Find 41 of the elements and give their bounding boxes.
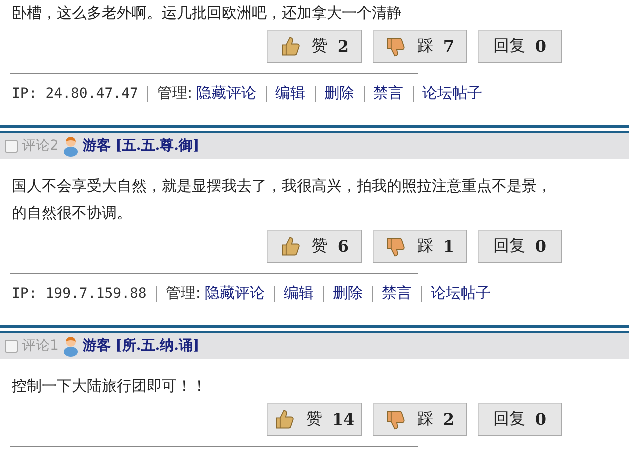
thumbs-down-icon [385,236,408,258]
user-icon [62,135,79,157]
admin-link[interactable]: 编辑 [276,84,306,103]
admin-label: 管理: [166,284,201,303]
admin-link[interactable]: 隐藏评论 [196,84,256,103]
admin-link[interactable]: 删除 [324,84,354,103]
ip-address: IP: 199.7.159.88 [12,286,147,302]
comment-text: 的自然很不协调。 [12,203,133,224]
reply-button[interactable]: 回复 0 [478,30,562,63]
admin-link[interactable]: 禁言 [382,284,412,303]
thumbs-down-icon [385,36,408,58]
admin-link[interactable]: 隐藏评论 [204,284,265,303]
admin-link[interactable]: 删除 [332,284,363,303]
comment-text: 控制一下大陆旅行团即可！！ [12,376,208,397]
admin-link[interactable]: 禁言 [374,84,404,103]
admin-link[interactable]: 编辑 [284,284,314,303]
admin-link[interactable]: 论坛帖子 [430,284,491,303]
checkbox[interactable] [5,340,18,352]
user-icon [62,335,79,357]
reply-button[interactable]: 回复 0 [478,403,562,436]
comment-text: 国人不会享受大自然，就是显摆我去了，我很高兴，拍我的照拉注意重点不是景， [12,176,553,197]
like-button[interactable]: 赞 6 [267,230,362,263]
comment-number: 评论1 [22,337,59,355]
comment-number: 评论2 [22,137,59,155]
like-button[interactable]: 赞 14 [267,403,362,436]
ip-address: IP: 24.80.47.47 [12,86,138,102]
like-button[interactable]: 赞 2 [267,30,362,63]
comment-text: 卧槽，这么多老外啊。运几批回欧洲吧，还加拿大一个清静 [12,3,403,24]
dislike-button[interactable]: 踩 7 [373,30,467,63]
thumbs-up-icon [280,236,302,258]
author-name: 游客 [五.五.尊.御] [82,137,200,155]
dislike-button[interactable]: 踩 1 [373,230,467,263]
author-name: 游客 [所.五.纳.诵] [82,337,200,355]
admin-link[interactable]: 论坛帖子 [422,84,482,103]
reply-button[interactable]: 回复 0 [478,230,562,263]
admin-label: 管理: [157,84,192,103]
checkbox[interactable] [5,140,18,152]
dislike-button[interactable]: 踩 2 [373,403,467,436]
thumbs-down-icon [385,408,408,430]
thumbs-up-icon [274,408,296,430]
thumbs-up-icon [280,36,302,58]
